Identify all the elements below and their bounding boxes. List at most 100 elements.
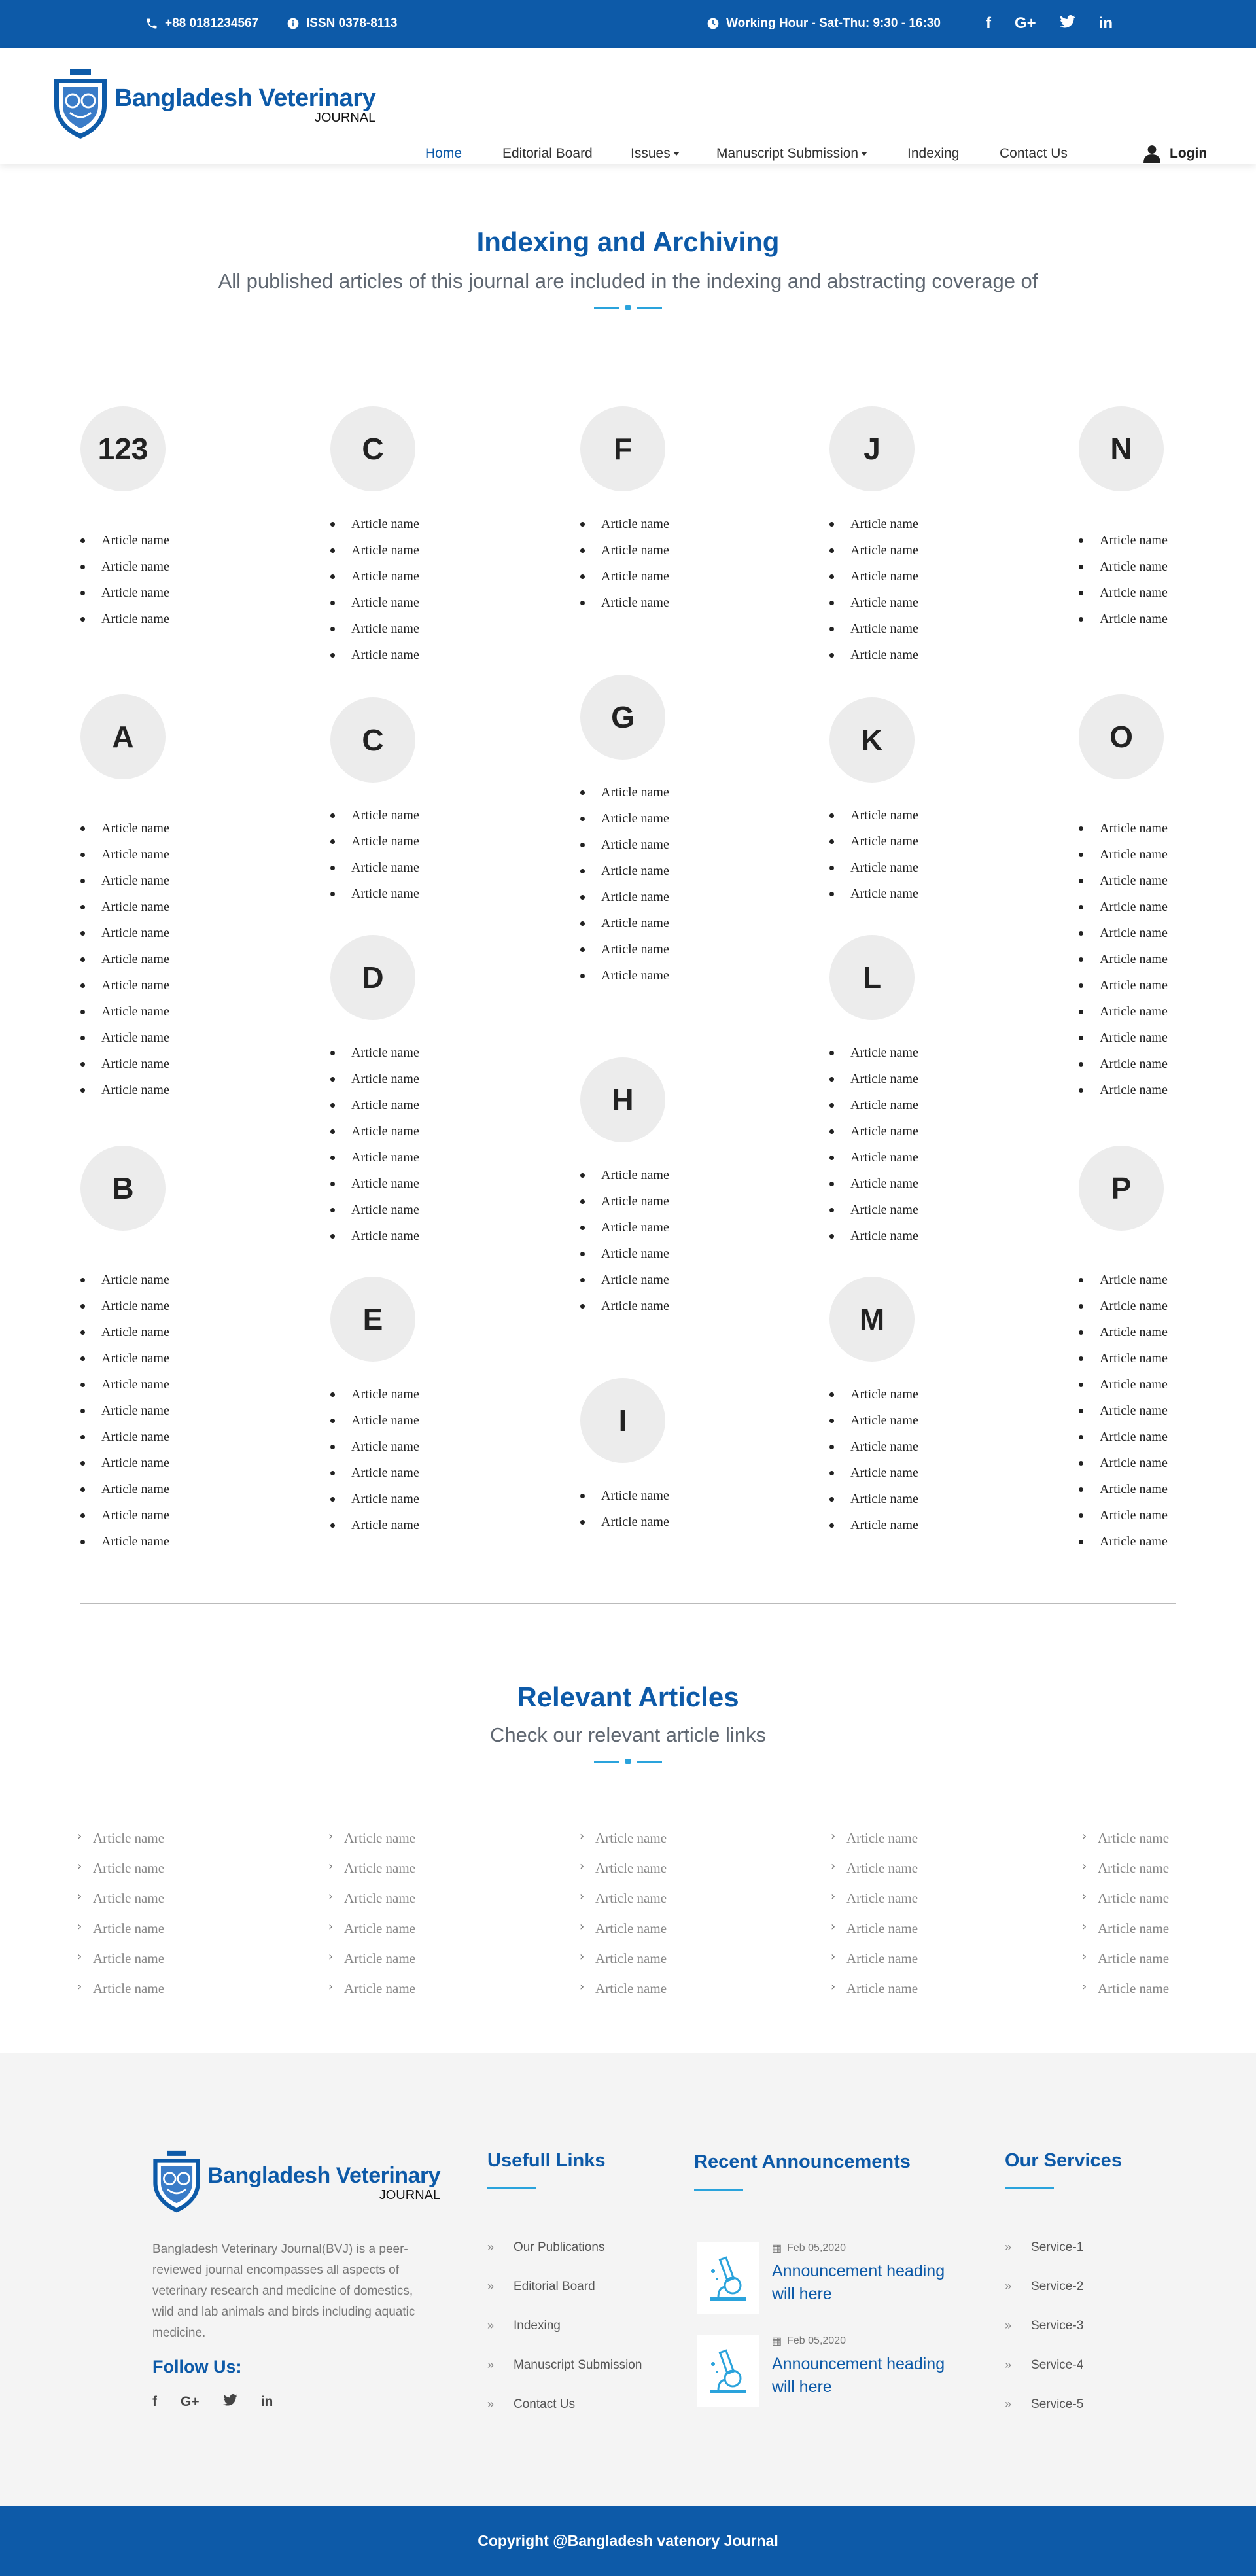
relevant-article-link[interactable]: Article name — [580, 1942, 776, 1973]
article-link[interactable]: Article name — [829, 1197, 980, 1223]
relevant-article-link[interactable]: Article name — [328, 1972, 525, 2003]
article-link[interactable]: Article name — [80, 1051, 231, 1077]
article-link[interactable]: Article name — [1079, 868, 1229, 894]
article-link[interactable]: Article name — [80, 1267, 231, 1293]
article-link[interactable]: Article name — [829, 642, 980, 668]
article-link[interactable]: Article name — [1079, 972, 1229, 998]
article-link[interactable]: Article name — [580, 936, 731, 962]
relevant-article-link[interactable]: Article name — [831, 1822, 1027, 1853]
relevant-article-link[interactable]: Article name — [580, 1822, 776, 1853]
site-logo[interactable]: Bangladesh Veterinary JOURNAL — [50, 69, 376, 140]
article-link[interactable]: Article name — [330, 1092, 481, 1118]
article-link[interactable]: Article name — [829, 1512, 980, 1538]
relevant-article-link[interactable]: Article name — [831, 1852, 1027, 1883]
article-link[interactable]: Article name — [330, 1118, 481, 1144]
google-plus-icon[interactable]: G+ — [181, 2394, 200, 2410]
article-link[interactable]: Article name — [580, 779, 731, 805]
article-link[interactable]: Article name — [580, 805, 731, 832]
article-link[interactable]: Article name — [330, 1407, 481, 1434]
twitter-icon[interactable] — [1059, 14, 1075, 33]
article-link[interactable]: Article name — [1079, 1077, 1229, 1103]
article-link[interactable]: Article name — [330, 855, 481, 881]
article-link[interactable]: Article name — [330, 511, 481, 537]
article-link[interactable]: Article name — [1079, 894, 1229, 920]
relevant-article-link[interactable]: Article name — [77, 1882, 273, 1913]
article-link[interactable]: Article name — [80, 1424, 231, 1450]
article-link[interactable]: Article name — [580, 537, 731, 563]
article-link[interactable]: Article name — [1079, 1502, 1229, 1528]
article-link[interactable]: Article name — [80, 1293, 231, 1319]
relevant-article-link[interactable]: Article name — [1082, 1942, 1256, 1973]
article-link[interactable]: Article name — [829, 828, 980, 855]
article-link[interactable]: Article name — [580, 884, 731, 910]
article-link[interactable]: Article name — [80, 1398, 231, 1424]
article-link[interactable]: Article name — [829, 1144, 980, 1171]
article-link[interactable]: Article name — [330, 616, 481, 642]
article-link[interactable]: Article name — [829, 1066, 980, 1092]
nav-issues[interactable]: Issues — [631, 146, 680, 162]
article-link[interactable]: Article name — [1079, 998, 1229, 1025]
twitter-icon[interactable] — [222, 2394, 237, 2410]
relevant-article-link[interactable]: Article name — [77, 1942, 273, 1973]
article-link[interactable]: Article name — [580, 1509, 731, 1535]
article-link[interactable]: Article name — [330, 802, 481, 828]
article-link[interactable]: Article name — [80, 1025, 231, 1051]
relevant-article-link[interactable]: Article name — [1082, 1822, 1256, 1853]
article-link[interactable]: Article name — [80, 606, 231, 632]
article-link[interactable]: Article name — [330, 537, 481, 563]
relevant-article-link[interactable]: Article name — [77, 1852, 273, 1883]
footer-link[interactable]: » Indexing — [487, 2319, 561, 2333]
article-link[interactable]: Article name — [1079, 527, 1229, 554]
article-link[interactable]: Article name — [580, 1267, 731, 1293]
article-link[interactable]: Article name — [80, 946, 231, 972]
article-link[interactable]: Article name — [829, 511, 980, 537]
article-link[interactable]: Article name — [829, 1381, 980, 1407]
nav-contact-us[interactable]: Contact Us — [1000, 146, 1068, 162]
article-link[interactable]: Article name — [1079, 1319, 1229, 1345]
article-link[interactable]: Article name — [80, 1450, 231, 1476]
article-link[interactable]: Article name — [80, 1077, 231, 1103]
article-link[interactable]: Article name — [829, 1040, 980, 1066]
announcement-item[interactable]: ▦ Feb 05,2020 Announcement heading will he… — [697, 2335, 955, 2407]
article-link[interactable]: Article name — [1079, 1371, 1229, 1398]
relevant-article-link[interactable]: Article name — [831, 1972, 1027, 2003]
article-link[interactable]: Article name — [829, 1223, 980, 1249]
article-link[interactable]: Article name — [1079, 1025, 1229, 1051]
footer-link[interactable]: » Our Publications — [487, 2240, 604, 2255]
relevant-article-link[interactable]: Article name — [580, 1972, 776, 2003]
relevant-article-link[interactable]: Article name — [1082, 1852, 1256, 1883]
service-link[interactable]: » Service-2 — [1005, 2280, 1083, 2294]
article-link[interactable]: Article name — [829, 1118, 980, 1144]
article-link[interactable]: Article name — [330, 1434, 481, 1460]
article-link[interactable]: Article name — [330, 1460, 481, 1486]
article-link[interactable]: Article name — [80, 998, 231, 1025]
footer-logo[interactable]: Bangladesh Veterinary JOURNAL — [150, 2150, 441, 2214]
relevant-article-link[interactable]: Article name — [328, 1882, 525, 1913]
article-link[interactable]: Article name — [580, 563, 731, 590]
relevant-article-link[interactable]: Article name — [77, 1972, 273, 2003]
article-link[interactable]: Article name — [580, 1214, 731, 1241]
login-button[interactable]: Login — [1143, 145, 1207, 163]
footer-link[interactable]: » Manuscript Submission — [487, 2358, 642, 2373]
announcement-heading[interactable]: Announcement heading will here — [772, 2353, 955, 2399]
linkedin-icon[interactable]: in — [261, 2394, 273, 2410]
article-link[interactable]: Article name — [829, 537, 980, 563]
article-link[interactable]: Article name — [580, 1162, 731, 1188]
article-link[interactable]: Article name — [1079, 1267, 1229, 1293]
article-link[interactable]: Article name — [330, 1171, 481, 1197]
article-link[interactable]: Article name — [1079, 946, 1229, 972]
article-link[interactable]: Article name — [580, 1241, 731, 1267]
article-link[interactable]: Article name — [1079, 1528, 1229, 1555]
article-link[interactable]: Article name — [1079, 1345, 1229, 1371]
article-link[interactable]: Article name — [829, 1171, 980, 1197]
article-link[interactable]: Article name — [1079, 1398, 1229, 1424]
relevant-article-link[interactable]: Article name — [580, 1882, 776, 1913]
article-link[interactable]: Article name — [829, 1407, 980, 1434]
article-link[interactable]: Article name — [580, 1293, 731, 1319]
article-link[interactable]: Article name — [829, 881, 980, 907]
article-link[interactable]: Article name — [1079, 606, 1229, 632]
announcement-item[interactable]: ▦ Feb 05,2020 Announcement heading will he… — [697, 2242, 955, 2314]
article-link[interactable]: Article name — [80, 894, 231, 920]
article-link[interactable]: Article name — [1079, 1476, 1229, 1502]
service-link[interactable]: » Service-3 — [1005, 2319, 1083, 2333]
